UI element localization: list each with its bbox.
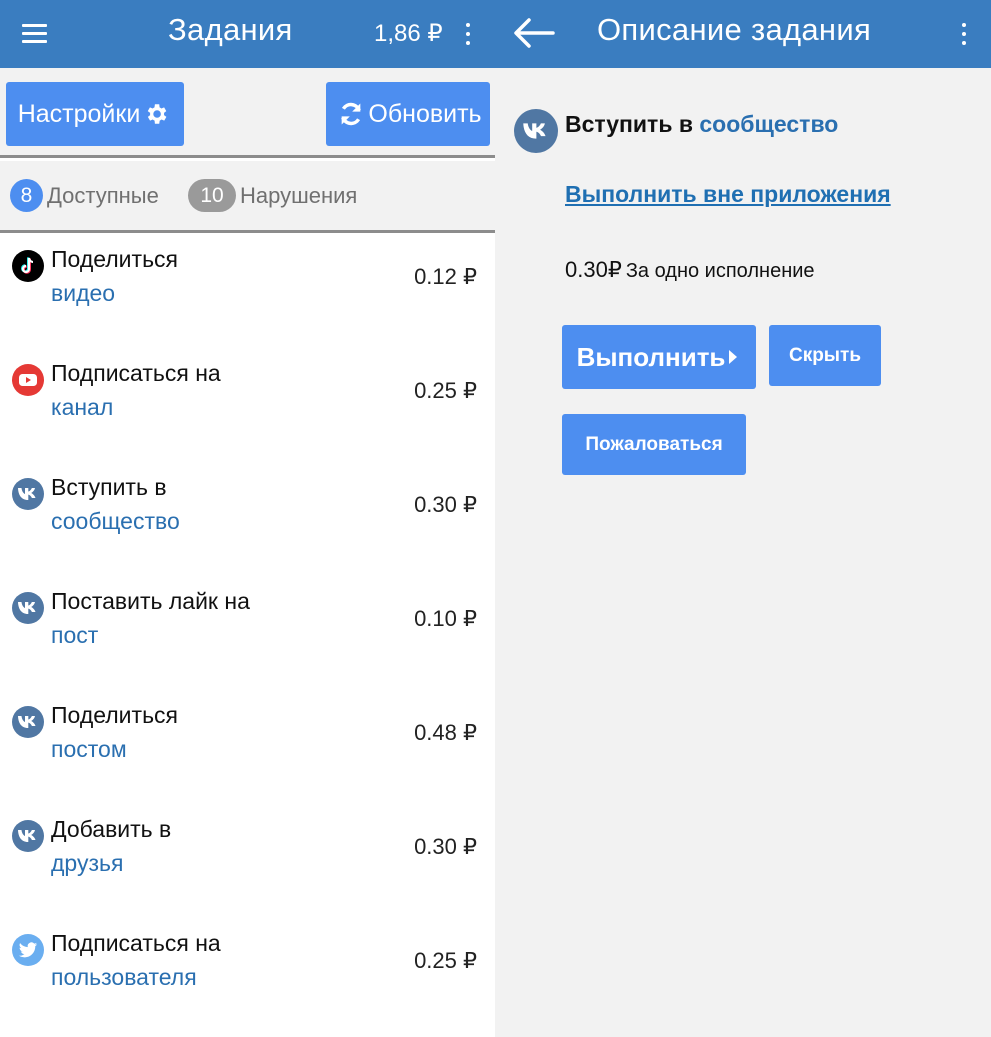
vk-icon xyxy=(12,706,44,738)
tab-violations[interactable]: 10 Нарушения xyxy=(188,179,357,212)
tab-violations-label: Нарушения xyxy=(240,182,358,208)
detail-price-note: За одно исполнение xyxy=(625,260,815,282)
task-target: пост xyxy=(51,622,99,648)
detail-more-options-icon[interactable] xyxy=(958,20,970,48)
task-price: 0.12 ₽ xyxy=(414,264,477,289)
task-target: постом xyxy=(51,736,127,762)
task-price: 0.30 ₽ xyxy=(414,492,477,517)
settings-button-label: Настройки xyxy=(17,99,141,128)
youtube-icon xyxy=(12,364,44,396)
gear-icon xyxy=(148,104,167,124)
task-item[interactable]: Поставить лайк на пост 0.10 ₽ xyxy=(0,578,495,692)
task-item[interactable]: Подписаться на канал 0.25 ₽ xyxy=(0,350,495,464)
balance-display: 1,86 ₽ xyxy=(374,20,443,47)
task-item[interactable]: Поделиться видео 0.12 ₽ xyxy=(0,236,495,350)
available-count-badge: 8 xyxy=(10,179,43,212)
task-tabs: 8 Доступные 10 Нарушения xyxy=(0,161,495,233)
refresh-button[interactable]: Обновить xyxy=(326,82,490,146)
twitter-icon xyxy=(12,934,44,966)
back-arrow-icon[interactable] xyxy=(510,16,556,50)
task-item[interactable]: Вступить в сообщество 0.30 ₽ xyxy=(0,464,495,578)
page-title: Задания xyxy=(168,12,293,47)
task-action: Подписаться на xyxy=(51,360,221,386)
tab-available[interactable]: 8 Доступные xyxy=(10,179,159,212)
detail-task-action: Вступить в xyxy=(565,111,700,137)
settings-button[interactable]: Настройки xyxy=(6,82,184,146)
vk-icon xyxy=(514,109,558,153)
external-execute-link[interactable]: Выполнить вне приложения xyxy=(565,181,891,208)
task-action: Вступить в xyxy=(51,474,167,500)
detail-task-target: сообщество xyxy=(699,111,839,137)
task-price: 0.25 ₽ xyxy=(414,948,477,973)
vk-icon xyxy=(12,592,44,624)
task-list-pane: Настройки Обновить 8 Доступные 10 Наруше… xyxy=(0,68,495,1037)
task-action: Добавить в xyxy=(51,816,172,842)
task-price: 0.48 ₽ xyxy=(414,720,477,745)
violations-count-badge: 10 xyxy=(188,179,236,212)
task-toolbar: Настройки Обновить xyxy=(0,68,495,158)
task-item[interactable]: Поделиться постом 0.48 ₽ xyxy=(0,692,495,806)
task-target: канал xyxy=(51,394,114,420)
task-target: друзья xyxy=(51,850,124,876)
more-options-icon[interactable] xyxy=(462,20,474,48)
tiktok-icon xyxy=(12,250,44,282)
menu-icon[interactable] xyxy=(14,18,54,50)
vk-icon xyxy=(12,478,44,510)
task-detail-pane: Вступить в сообщество Выполнить вне прил… xyxy=(495,68,991,1037)
task-target: пользователя xyxy=(51,964,197,990)
task-target: видео xyxy=(51,280,116,306)
caret-right-icon xyxy=(729,350,738,364)
refresh-button-label: Обновить xyxy=(368,99,482,128)
task-target: сообщество xyxy=(51,508,180,534)
hide-button[interactable]: Скрыть xyxy=(769,325,881,386)
task-action: Поделиться xyxy=(51,246,179,272)
detail-price-value: 0.30₽ xyxy=(565,257,622,282)
report-button[interactable]: Пожаловаться xyxy=(562,414,746,475)
task-item[interactable]: Добавить в друзья 0.30 ₽ xyxy=(0,806,495,920)
refresh-icon xyxy=(341,102,362,126)
tab-available-label: Доступные xyxy=(47,182,159,208)
vk-icon xyxy=(12,820,44,852)
task-action: Поделиться xyxy=(51,702,179,728)
task-price: 0.10 ₽ xyxy=(414,606,477,631)
execute-button-label: Выполнить xyxy=(576,341,726,372)
execute-button[interactable]: Выполнить xyxy=(562,325,756,389)
detail-title: Описание задания xyxy=(597,12,872,47)
task-price: 0.25 ₽ xyxy=(414,378,477,403)
detail-task-title: Вступить в сообщество xyxy=(565,111,838,138)
task-item[interactable]: Подписаться на пользователя 0.25 ₽ xyxy=(0,920,495,1034)
task-price: 0.30 ₽ xyxy=(414,834,477,859)
task-action: Поставить лайк на xyxy=(51,588,250,614)
task-action: Подписаться на xyxy=(51,930,221,956)
app-bar: Задания 1,86 ₽ Описание задания xyxy=(0,0,991,68)
detail-price: 0.30₽ За одно исполнение xyxy=(565,257,815,283)
